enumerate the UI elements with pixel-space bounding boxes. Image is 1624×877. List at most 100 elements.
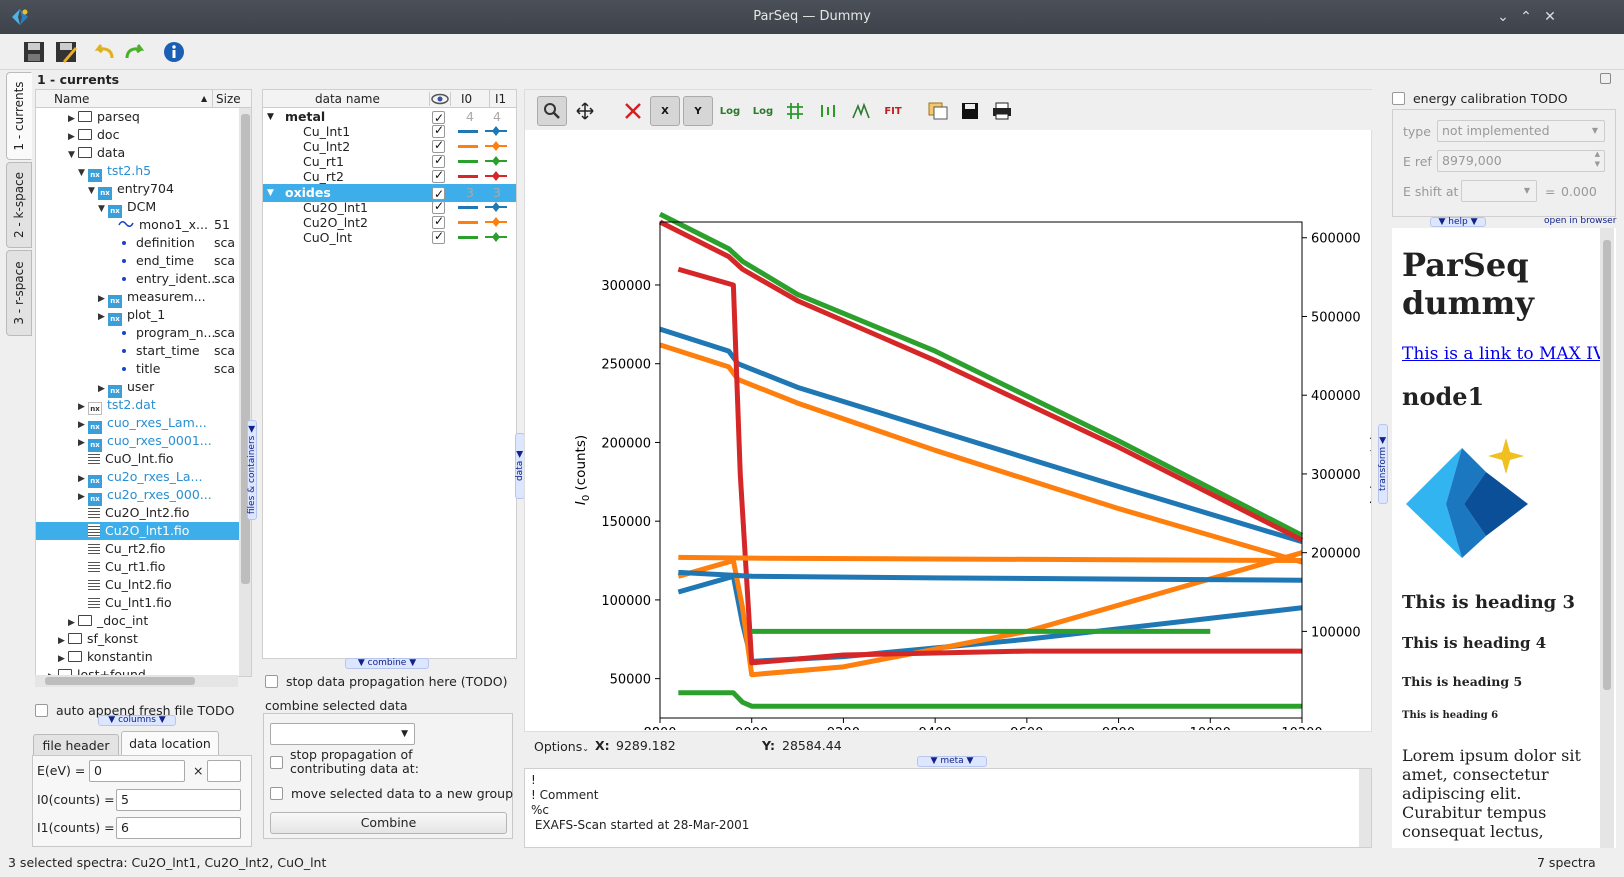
maximize-icon[interactable]: ⌃: [1517, 8, 1535, 26]
e-multiplier-field[interactable]: [207, 760, 241, 782]
combine-method-select[interactable]: ▼: [270, 723, 415, 745]
meta-handle[interactable]: ▼ meta ▼: [917, 756, 987, 767]
autoscale-y-icon[interactable]: Y: [683, 96, 713, 126]
info-icon[interactable]: [161, 39, 187, 65]
options-menu[interactable]: Options⌄: [534, 739, 589, 754]
eref-spinbox[interactable]: 8979,000 ▲ ▼: [1437, 150, 1605, 172]
tree-row[interactable]: ▶ parseq: [36, 108, 239, 126]
column-name-header[interactable]: Name: [54, 90, 89, 108]
copy-icon[interactable]: [923, 96, 953, 126]
combine-button[interactable]: Combine: [270, 812, 507, 834]
tree-row[interactable]: ▶ sf_konst: [36, 630, 239, 648]
redo-icon[interactable]: [122, 39, 148, 65]
pan-icon[interactable]: [570, 96, 600, 126]
tab-k-space[interactable]: 2 - k-space: [6, 162, 32, 248]
move-new-group-checkbox[interactable]: move selected data to a new group: [270, 786, 513, 801]
log-y-icon[interactable]: Log: [748, 96, 778, 126]
data-tree[interactable]: data name I0 I1 ▼metal44Cu_lnt1Cu_lnt2Cu…: [262, 89, 517, 659]
column-i0-header[interactable]: I0: [461, 90, 472, 108]
minimize-icon[interactable]: ⌄: [1494, 8, 1512, 26]
tree-row[interactable]: ▶ doc: [36, 126, 239, 144]
tab-file-header[interactable]: file header: [33, 734, 119, 756]
columns-handle[interactable]: ▼ columns ▼: [98, 715, 176, 726]
marker-style-swatch[interactable]: [485, 230, 507, 247]
chart[interactable]: 8800 9000 9200 9400 9600 9800 10000 10200 50000 1…: [525, 130, 1371, 730]
visibility-eye-icon[interactable]: [429, 92, 451, 106]
tree-row[interactable]: ▼ data: [36, 144, 239, 162]
line-style-swatch[interactable]: [458, 206, 478, 209]
tab-currents[interactable]: 1 - currents: [6, 72, 32, 160]
tree-row[interactable]: Cu2O_lnt1.fio: [36, 522, 239, 540]
reset-zoom-icon[interactable]: [618, 96, 648, 126]
column-size-header[interactable]: Size: [212, 90, 241, 108]
grid-icon[interactable]: [780, 96, 810, 126]
tree-row[interactable]: ▶ konstantin: [36, 648, 239, 666]
tab-r-space[interactable]: 3 - r-space: [6, 250, 32, 336]
tree-row[interactable]: ▶ nx cuo_rxes_Lam...: [36, 414, 239, 434]
stop-propagation-checkbox[interactable]: stop data propagation here (TODO): [265, 674, 507, 689]
data-item-row[interactable]: CuO_lnt: [263, 229, 516, 247]
i1-field[interactable]: 6: [116, 817, 241, 839]
line-style-swatch[interactable]: [458, 236, 478, 239]
tree-row[interactable]: ▶ nx cuo_rxes_0001...: [36, 432, 239, 452]
tree-row[interactable]: mono1_x... 51: [36, 216, 239, 234]
help-link[interactable]: This is a link to MAX IV: [1402, 344, 1605, 364]
visible-checkbox[interactable]: [432, 214, 445, 229]
visible-checkbox[interactable]: [432, 168, 445, 183]
save-icon[interactable]: [21, 39, 47, 65]
undo-icon[interactable]: [91, 39, 117, 65]
panel-float-icon[interactable]: [1600, 73, 1611, 84]
data-item-row[interactable]: Cu_rt1: [263, 153, 516, 169]
data-item-row[interactable]: Cu_lnt2: [263, 138, 516, 154]
tree-row[interactable]: ▶ nx user: [36, 378, 239, 398]
tree-row[interactable]: ▶ nx measurem...: [36, 288, 239, 308]
save-plot-icon[interactable]: [955, 96, 985, 126]
data-item-row[interactable]: Cu_rt2: [263, 168, 516, 184]
tree-row[interactable]: end_time sca: [36, 252, 239, 270]
line-style-swatch[interactable]: [458, 160, 478, 163]
tree-row[interactable]: entry_ident... sca: [36, 270, 239, 288]
tree-row[interactable]: Cu2O_lnt2.fio: [36, 504, 239, 522]
tree-row[interactable]: Cu_lnt1.fio: [36, 594, 239, 612]
i0-field[interactable]: 5: [116, 789, 241, 811]
tree-row[interactable]: start_time sca: [36, 342, 239, 360]
tree-row[interactable]: program_n... sca: [36, 324, 239, 342]
log-x-icon[interactable]: Log: [715, 96, 745, 126]
help-handle[interactable]: ▼ help ▼: [1430, 217, 1486, 227]
tree-row[interactable]: ▶ _doc_int: [36, 612, 239, 630]
tree-row[interactable]: CuO_lnt.fio: [36, 450, 239, 468]
help-vscrollbar[interactable]: [1600, 228, 1614, 848]
zoom-icon[interactable]: [537, 96, 567, 126]
tree-row[interactable]: ▶ nx tst2.dat: [36, 396, 239, 415]
files-containers-handle[interactable]: files & containers ◀: [247, 420, 257, 520]
file-tree[interactable]: Name ▲ Size ▶ parseq ▶ doc ▼ data ▼ nx tst2.h5 ▼ n…: [35, 89, 252, 677]
print-icon[interactable]: [987, 96, 1017, 126]
save-as-icon[interactable]: [53, 39, 79, 65]
meta-text[interactable]: ! ! Comment %c EXAFS-Scan started at 28-…: [524, 768, 1372, 848]
visible-checkbox[interactable]: [432, 229, 445, 244]
autoscale-x-icon[interactable]: X: [650, 96, 680, 126]
tree-row[interactable]: ▶ nx plot_1: [36, 306, 239, 326]
tab-data-location[interactable]: data location: [121, 731, 219, 756]
peak-icon[interactable]: [846, 96, 876, 126]
tree-row[interactable]: ▶ nx cu2o_rxes_000...: [36, 486, 239, 506]
data-item-row[interactable]: Cu2O_lnt1: [263, 199, 516, 215]
tree-row[interactable]: ▼ nx tst2.h5: [36, 162, 239, 182]
energy-cal-checkbox[interactable]: energy calibration TODO: [1392, 91, 1568, 106]
tree-row[interactable]: title sca: [36, 360, 239, 378]
eshift-select[interactable]: ▼: [1461, 180, 1537, 202]
meta-vscrollbar[interactable]: [1359, 769, 1371, 847]
line-style-swatch[interactable]: [458, 221, 478, 224]
file-tree-hscrollbar[interactable]: [35, 675, 238, 687]
line-style-swatch[interactable]: [458, 175, 478, 178]
type-select[interactable]: not implemented ▼: [1437, 120, 1605, 142]
visible-checkbox[interactable]: [432, 123, 445, 138]
line-style-swatch[interactable]: [458, 130, 478, 133]
curve-style-icon[interactable]: [813, 96, 843, 126]
tree-row[interactable]: Cu_rt1.fio: [36, 558, 239, 576]
open-in-browser-link[interactable]: open in browser: [1544, 216, 1616, 226]
e-field[interactable]: 0: [89, 760, 185, 782]
visible-checkbox[interactable]: [432, 138, 445, 153]
data-item-row[interactable]: Cu2O_lnt2: [263, 214, 516, 230]
transform-handle[interactable]: transform ◀: [1378, 424, 1388, 504]
